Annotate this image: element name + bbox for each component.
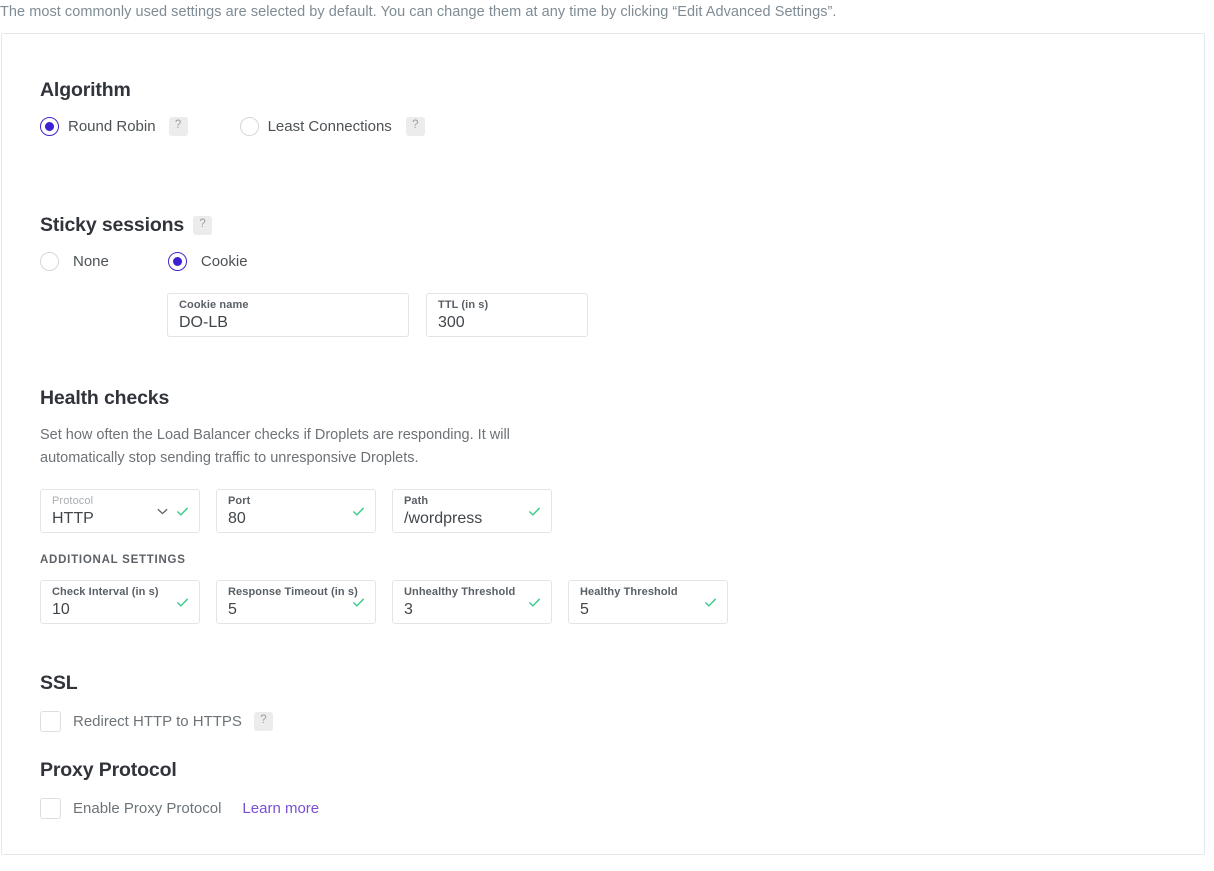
check-interval-field-icons — [175, 581, 190, 623]
response-timeout-label: Response Timeout (in s) — [228, 586, 358, 598]
cookie-name-label: Cookie name — [179, 299, 249, 311]
sticky-sessions-heading-row: Sticky sessions ? — [40, 213, 588, 237]
sticky-sessions-fields: Cookie name DO-LB TTL (in s) 300 — [167, 293, 588, 337]
sticky-option-cookie[interactable]: Cookie — [167, 252, 248, 271]
health-checks-section: Health checks Set how often the Load Bal… — [40, 386, 728, 624]
check-interval-label: Check Interval (in s) — [52, 586, 159, 598]
unhealthy-threshold-value: 3 — [404, 601, 413, 618]
sticky-option-label: None — [73, 253, 109, 270]
port-value: 80 — [228, 510, 246, 527]
algorithm-section: Algorithm Round Robin ? Least Connection… — [40, 78, 425, 136]
health-checks-additional-fields: Check Interval (in s) 10 Response Timeou… — [40, 580, 728, 624]
path-field-icons — [527, 490, 542, 532]
ssl-redirect-label: Redirect HTTP to HTTPS — [73, 713, 242, 730]
unhealthy-threshold-field-icons — [527, 581, 542, 623]
ttl-field[interactable]: TTL (in s) 300 — [426, 293, 588, 337]
learn-more-link[interactable]: Learn more — [242, 800, 319, 817]
ssl-section: SSL Redirect HTTP to HTTPS ? — [40, 671, 273, 732]
check-icon — [177, 598, 188, 607]
radio-least-connections[interactable] — [239, 117, 259, 136]
check-icon — [529, 507, 540, 516]
cookie-name-field[interactable]: Cookie name DO-LB — [167, 293, 409, 337]
sticky-sessions-section: Sticky sessions ? None Cookie Cookie nam… — [40, 213, 588, 337]
healthy-threshold-label: Healthy Threshold — [580, 586, 678, 598]
radio-cookie[interactable] — [167, 252, 187, 271]
advanced-settings-page: The most commonly used settings are sele… — [0, 0, 1214, 871]
path-label: Path — [404, 495, 429, 507]
help-icon-ssl-redirect[interactable]: ? — [253, 712, 273, 731]
check-icon — [529, 598, 540, 607]
ssl-heading: SSL — [40, 672, 78, 694]
port-field[interactable]: Port 80 — [216, 489, 376, 533]
ssl-redirect-row[interactable]: Redirect HTTP to HTTPS ? — [40, 711, 273, 732]
settings-card: Algorithm Round Robin ? Least Connection… — [1, 33, 1205, 855]
sticky-option-none[interactable]: None — [40, 252, 109, 271]
algorithm-options: Round Robin ? Least Connections ? — [40, 117, 425, 136]
algorithm-option-least-connections[interactable]: Least Connections — [239, 117, 392, 136]
algorithm-option-round-robin[interactable]: Round Robin — [40, 117, 156, 136]
ttl-value: 300 — [438, 314, 465, 331]
cookie-name-value: DO-LB — [179, 314, 228, 331]
help-icon-round-robin[interactable]: ? — [168, 117, 188, 136]
algorithm-heading: Algorithm — [40, 79, 131, 101]
radio-none[interactable] — [40, 252, 59, 271]
protocol-field[interactable]: Protocol HTTP — [40, 489, 200, 533]
healthy-threshold-field-icons — [703, 581, 718, 623]
checkbox-enable-proxy-protocol[interactable] — [40, 798, 61, 819]
check-icon — [353, 598, 364, 607]
additional-settings-heading: ADDITIONAL SETTINGS — [40, 554, 186, 566]
health-checks-primary-fields: Protocol HTTP Port 80 Path /wordpress — [40, 489, 728, 533]
unhealthy-threshold-field[interactable]: Unhealthy Threshold 3 — [392, 580, 552, 624]
algorithm-option-label: Least Connections — [267, 118, 392, 135]
help-icon-least-connections[interactable]: ? — [405, 117, 425, 136]
check-icon — [705, 598, 716, 607]
response-timeout-field-icons — [351, 581, 366, 623]
path-value: /wordpress — [404, 510, 483, 527]
chevron-down-icon[interactable] — [155, 504, 170, 519]
algorithm-option-label: Round Robin — [68, 118, 156, 135]
proxy-protocol-heading: Proxy Protocol — [40, 759, 177, 781]
response-timeout-field[interactable]: Response Timeout (in s) 5 — [216, 580, 376, 624]
ttl-label: TTL (in s) — [438, 299, 489, 311]
healthy-threshold-field[interactable]: Healthy Threshold 5 — [568, 580, 728, 624]
health-checks-heading: Health checks — [40, 387, 170, 409]
proxy-protocol-section: Proxy Protocol Enable Proxy Protocol Lea… — [40, 758, 319, 819]
sticky-option-label: Cookie — [200, 253, 248, 270]
radio-round-robin[interactable] — [40, 117, 59, 136]
check-interval-field[interactable]: Check Interval (in s) 10 — [40, 580, 200, 624]
response-timeout-value: 5 — [228, 601, 237, 618]
path-field[interactable]: Path /wordpress — [392, 489, 552, 533]
unhealthy-threshold-label: Unhealthy Threshold — [404, 586, 516, 598]
port-field-icons — [351, 490, 366, 532]
port-label: Port — [228, 495, 251, 507]
proxy-protocol-row[interactable]: Enable Proxy Protocol Learn more — [40, 798, 319, 819]
check-interval-value: 10 — [52, 601, 70, 618]
checkbox-redirect-http-to-https[interactable] — [40, 711, 61, 732]
check-icon — [177, 507, 188, 516]
sticky-sessions-options: None Cookie — [40, 252, 588, 271]
healthy-threshold-value: 5 — [580, 601, 589, 618]
help-icon-sticky-sessions[interactable]: ? — [193, 215, 213, 235]
check-icon — [353, 507, 364, 516]
health-checks-description: Set how often the Load Balancer checks i… — [40, 427, 510, 466]
sticky-sessions-heading: Sticky sessions — [40, 214, 185, 236]
protocol-field-icons — [155, 490, 190, 532]
intro-description: The most commonly used settings are sele… — [0, 4, 837, 20]
proxy-protocol-label: Enable Proxy Protocol — [73, 800, 222, 817]
